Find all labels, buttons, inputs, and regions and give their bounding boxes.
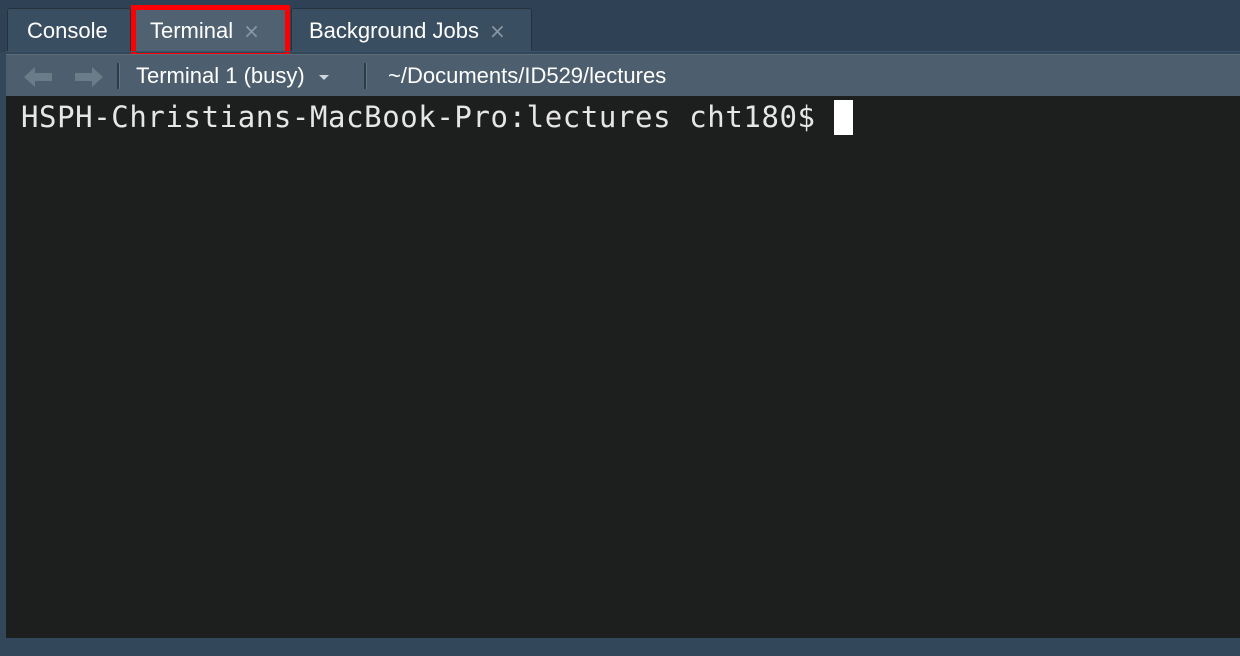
tab-console[interactable]: Console bbox=[7, 8, 131, 52]
terminal-selector-dropdown[interactable]: Terminal 1 (busy) bbox=[136, 55, 329, 97]
terminal-output[interactable]: HSPH-Christians-MacBook-Pro:lectures cht… bbox=[6, 96, 1240, 638]
working-directory-path: ~/Documents/ID529/lectures bbox=[388, 63, 667, 88]
arrow-right-icon[interactable] bbox=[74, 66, 104, 88]
terminal-selector-label: Terminal 1 (busy) bbox=[136, 63, 305, 88]
pane-bottom-border bbox=[0, 638, 1240, 656]
arrow-left-icon[interactable] bbox=[23, 66, 53, 88]
chevron-down-icon bbox=[318, 75, 329, 80]
terminal-cursor bbox=[833, 99, 853, 135]
terminal-toolbar: Terminal 1 (busy) ~/Documents/ID529/lect… bbox=[6, 54, 1240, 96]
terminal-prompt-line: HSPH-Christians-MacBook-Pro:lectures cht… bbox=[21, 96, 853, 138]
terminal-prompt: HSPH-Christians-MacBook-Pro:lectures cht… bbox=[21, 100, 816, 134]
close-icon[interactable]: × bbox=[489, 21, 506, 41]
close-icon[interactable]: × bbox=[243, 21, 260, 41]
tab-terminal[interactable]: Terminal × bbox=[133, 8, 288, 52]
tab-console-label: Console bbox=[27, 17, 108, 43]
tab-background-jobs-label: Background Jobs bbox=[309, 17, 479, 43]
rstudio-pane: Console Terminal × Background Jobs × Ter… bbox=[0, 0, 1240, 656]
divider bbox=[6, 51, 1240, 52]
tab-background-jobs[interactable]: Background Jobs × bbox=[291, 8, 532, 52]
pane-tab-bar: Console Terminal × Background Jobs × bbox=[0, 0, 1240, 58]
toolbar-separator bbox=[364, 63, 367, 89]
tab-terminal-label: Terminal bbox=[150, 17, 234, 43]
toolbar-separator bbox=[117, 63, 120, 89]
